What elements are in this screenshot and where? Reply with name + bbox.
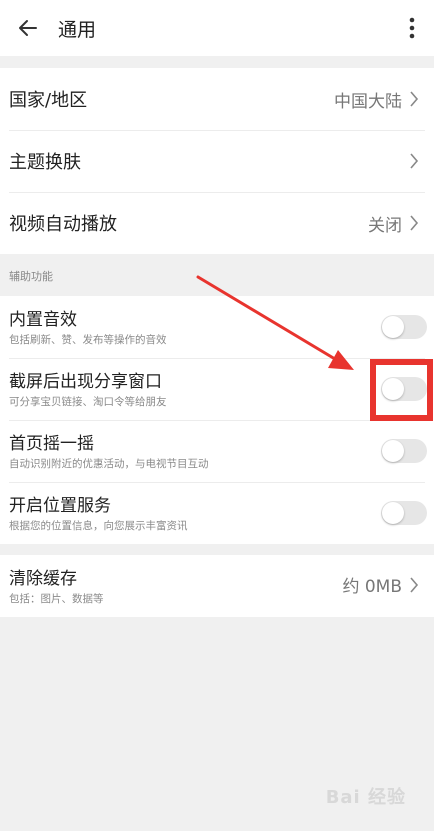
chevron-right-icon <box>406 151 422 171</box>
clear-cache-label: 清除缓存 <box>9 569 77 589</box>
chevron-right-icon <box>406 575 422 595</box>
theme-skin-row[interactable]: 主题换肤 <box>0 130 434 192</box>
accessibility-section-label: 辅助功能 <box>9 270 53 283</box>
cache-size-value: 约 0MB <box>342 577 402 597</box>
builtin-sound-row: 内置音效 包括刷新、赞、发布等操作的音效 <box>0 296 434 358</box>
toggle-knob <box>382 316 404 338</box>
toggle-knob <box>382 440 404 462</box>
shake-label: 首页摇一摇 <box>9 434 94 454</box>
more-menu-button[interactable] <box>398 8 426 48</box>
watermark-text: Bai 经验 <box>325 787 406 808</box>
back-button[interactable] <box>0 0 56 56</box>
country-region-row[interactable]: 国家/地区 中国大陆 <box>0 68 434 130</box>
screenshot-share-description: 可分享宝贝链接、淘口令等给朋友 <box>9 396 167 408</box>
video-autoplay-value: 关闭 <box>368 215 402 236</box>
builtin-sound-label: 内置音效 <box>9 310 77 330</box>
shake-row: 首页摇一摇 自动识别附近的优惠活动，与电视节目互动 <box>0 420 434 482</box>
builtin-sound-toggle[interactable] <box>381 315 427 339</box>
accessibility-settings-group: 内置音效 包括刷新、赞、发布等操作的音效 截屏后出现分享窗口 可分享宝贝链接、淘… <box>0 296 434 544</box>
screenshot-share-label: 截屏后出现分享窗口 <box>9 372 162 392</box>
baidu-jingyan-watermark: Bai 经验 <box>326 783 406 809</box>
screenshot-share-toggle[interactable] <box>381 377 427 401</box>
location-service-row: 开启位置服务 根据您的位置信息，向您展示丰富资讯 <box>0 482 434 544</box>
location-service-toggle[interactable] <box>381 501 427 525</box>
general-settings-group: 国家/地区 中国大陆 主题换肤 视频自动播放 关闭 <box>0 68 434 254</box>
cache-settings-group: 清除缓存 包括：图片、数据等 约 0MB <box>0 555 434 617</box>
page-title: 通用 <box>58 18 97 41</box>
clear-cache-description: 包括：图片、数据等 <box>9 593 104 605</box>
video-autoplay-row[interactable]: 视频自动播放 关闭 <box>0 192 434 254</box>
clear-cache-row[interactable]: 清除缓存 包括：图片、数据等 约 0MB <box>0 555 434 617</box>
theme-skin-label: 主题换肤 <box>9 152 81 173</box>
screenshot-share-row: 截屏后出现分享窗口 可分享宝贝链接、淘口令等给朋友 <box>0 358 434 420</box>
location-service-description: 根据您的位置信息，向您展示丰富资讯 <box>9 520 188 532</box>
country-region-value: 中国大陆 <box>334 91 402 112</box>
more-vertical-icon <box>409 17 415 39</box>
location-service-label: 开启位置服务 <box>9 496 111 516</box>
toggle-knob <box>382 378 404 400</box>
toggle-knob <box>382 502 404 524</box>
country-region-label: 国家/地区 <box>9 90 88 111</box>
chevron-right-icon <box>406 89 422 109</box>
shake-description: 自动识别附近的优惠活动，与电视节目互动 <box>9 458 209 470</box>
video-autoplay-label: 视频自动播放 <box>9 214 117 235</box>
app-header: 通用 <box>0 0 434 56</box>
builtin-sound-description: 包括刷新、赞、发布等操作的音效 <box>9 334 167 346</box>
shake-toggle[interactable] <box>381 439 427 463</box>
arrow-left-icon <box>19 20 37 36</box>
chevron-right-icon <box>406 213 422 233</box>
